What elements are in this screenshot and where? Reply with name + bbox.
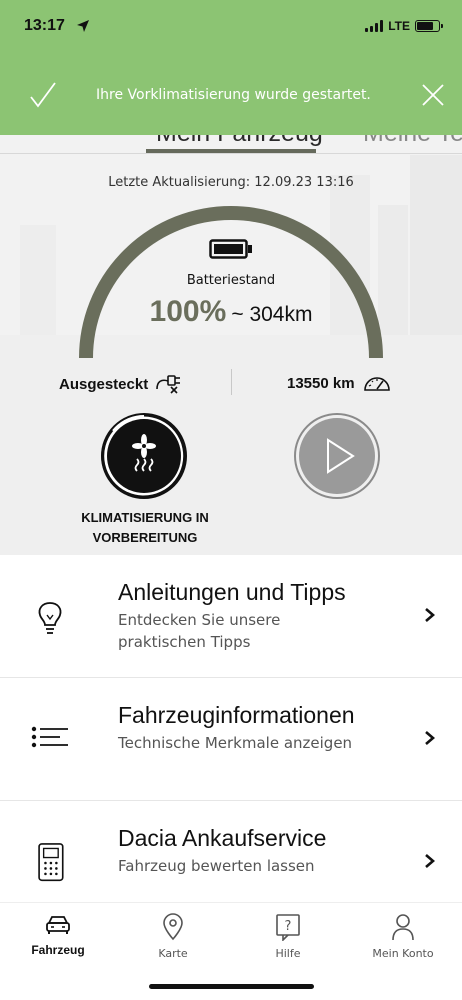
tab-divider — [0, 153, 462, 154]
list-item-title: Anleitungen und Tipps — [118, 579, 346, 605]
climate-status-label: KLIMATISIERUNG IN VORBEREITUNG — [81, 510, 209, 545]
nav-item-help[interactable]: ? Hilfe — [238, 913, 338, 960]
map-pin-icon — [163, 913, 183, 941]
list-item-subtitle: Technische Merkmale anzeigen — [118, 734, 353, 752]
nav-item-account[interactable]: Mein Konto — [353, 913, 453, 960]
plug-status-label: Ausgesteckt — [59, 375, 149, 393]
nav-item-vehicle[interactable]: Fahrzeug — [8, 913, 108, 957]
list-icon — [31, 726, 68, 748]
list-item-title: Dacia Ankaufservice — [118, 825, 327, 851]
status-indicators: LTE — [365, 19, 443, 33]
last-update-text: Letzte Aktualisierung: 12.09.23 13:16 — [108, 175, 354, 190]
success-toast: 13:17 LTE Ihre Vorklimatisierung wurde g… — [0, 0, 462, 135]
chevron-right-icon — [425, 731, 435, 745]
svg-text:?: ? — [285, 919, 292, 934]
speedometer-icon — [363, 377, 390, 391]
plug-status: Ausgesteckt — [59, 373, 182, 395]
mileage-value: 13550 km — [287, 374, 355, 392]
list-item-vehicle-info[interactable]: Fahrzeuginformationen Technische Merkmal… — [0, 678, 462, 801]
list-item-subtitle: Fahrzeug bewerten lassen — [118, 857, 315, 875]
nav-item-map[interactable]: Karte — [123, 913, 223, 960]
battery-range: ~ 304km — [231, 303, 313, 326]
network-label: LTE — [388, 19, 410, 33]
unplugged-icon — [156, 375, 181, 394]
chevron-right-icon — [425, 854, 435, 868]
car-icon — [46, 916, 70, 934]
tab-my-appointments[interactable]: Meine Ter — [363, 135, 462, 148]
list-item-subtitle: Entdecken Sie unsere praktischen Tipps — [118, 611, 281, 651]
nav-label: Hilfe — [275, 947, 301, 960]
user-icon — [392, 914, 414, 941]
battery-full-icon — [209, 239, 252, 259]
help-icon: ? — [276, 914, 300, 941]
calculator-icon — [38, 843, 64, 882]
nav-label: Fahrzeug — [31, 943, 85, 957]
climate-control-button[interactable] — [101, 413, 187, 499]
toast-message: Ihre Vorklimatisierung wurde gestartet. — [96, 87, 371, 103]
status-time: 13:17 — [24, 17, 65, 34]
menu-list: Anleitungen und Tipps Entdecken Sie unse… — [0, 555, 462, 924]
tab-my-vehicle[interactable]: Mein Fahrzeug — [156, 135, 323, 148]
start-climate-button[interactable] — [294, 413, 380, 499]
fan-heat-icon — [132, 434, 156, 472]
battery-value: 100% ~ 304km — [0, 295, 462, 329]
battery-label: Batteriestand — [186, 273, 276, 288]
nav-label: Karte — [158, 947, 188, 960]
close-icon[interactable] — [422, 84, 444, 106]
vehicle-status-panel: Mein Fahrzeug Meine Ter Letzte Aktualisi… — [0, 135, 462, 555]
active-tab-indicator — [146, 149, 316, 153]
nav-label: Mein Konto — [372, 947, 434, 960]
signal-icon — [365, 20, 384, 32]
play-icon — [327, 438, 355, 474]
list-item-tips[interactable]: Anleitungen und Tipps Entdecken Sie unse… — [0, 555, 462, 678]
list-item-title: Fahrzeuginformationen — [118, 702, 355, 728]
chevron-right-icon — [425, 608, 435, 622]
home-indicator[interactable] — [149, 984, 314, 989]
battery-icon — [415, 20, 443, 32]
location-arrow-icon — [77, 20, 89, 32]
info-divider — [231, 369, 232, 395]
lightbulb-icon — [38, 602, 62, 634]
battery-percent: 100% — [149, 295, 227, 328]
status-bar: 13:17 LTE — [0, 0, 462, 52]
odometer: 13550 km — [287, 373, 391, 393]
check-icon — [30, 82, 56, 108]
